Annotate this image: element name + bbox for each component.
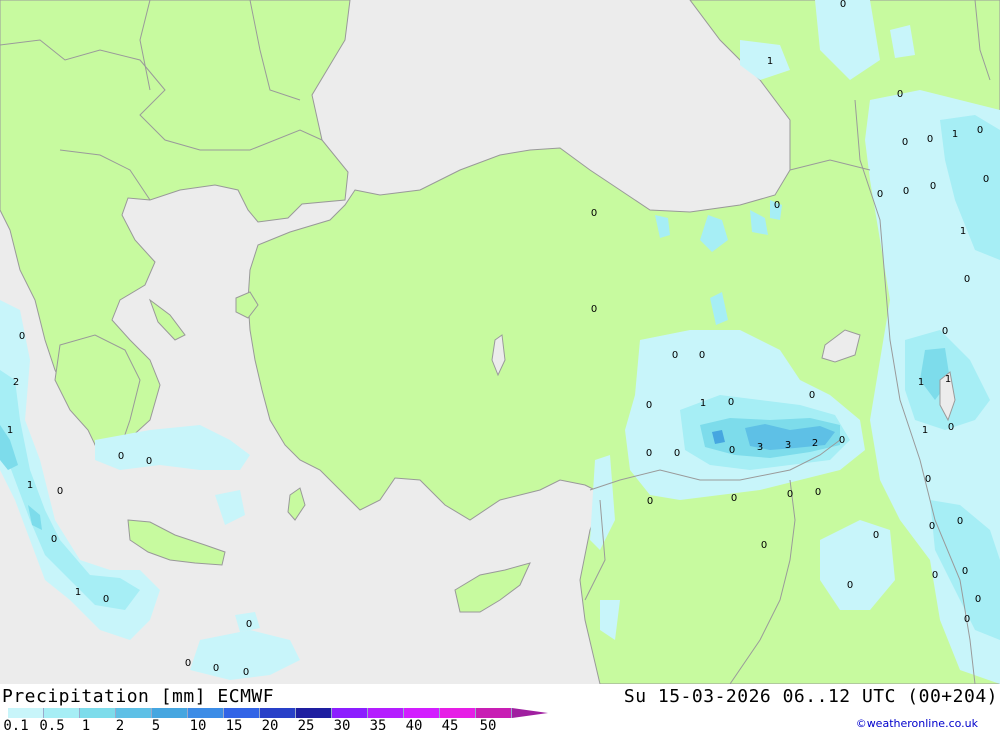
legend-tick: 25 [297,718,315,734]
precip-value-label: 1 [951,129,959,140]
precip-value-label: 0 [808,390,816,401]
precip-value-label: 0 [896,89,904,100]
precip-value-label: 0 [814,487,822,498]
precip-value-label: 3 [784,440,792,451]
legend-swatch [260,708,296,718]
precip-value-label: 0 [928,521,936,532]
footer-bar: Precipitation [mm] ECMWF Su 15-03-2026 0… [0,684,1000,733]
precip-value-label: 0 [931,570,939,581]
precip-value-label: 0 [18,331,26,342]
legend-swatch [116,708,152,718]
precip-value-label: 0 [901,137,909,148]
legend-swatch [80,708,116,718]
precip-value-label: 0 [728,445,736,456]
precip-value-label: 0 [838,435,846,446]
color-legend-ticks: 0.1 0.5 1 2 5 10 15 20 25 30 35 40 45 50 [0,719,560,733]
precip-value-label: 1 [26,480,34,491]
precip-value-label: 0 [773,200,781,211]
precip-value-label: 0 [760,540,768,551]
precip-value-label: 0 [924,474,932,485]
legend-swatch [8,708,44,718]
precip-value-label: 0 [846,580,854,591]
precip-value-label: 0 [902,186,910,197]
precip-value-label: 1 [921,425,929,436]
precip-value-label: 2 [811,438,819,449]
precip-value-label: 0 [926,134,934,145]
valid-time: Su 15-03-2026 06..12 UTC (00+204) [623,686,998,707]
precip-value-label: 0 [730,493,738,504]
precip-value-label: 0 [974,594,982,605]
legend-tick: 45 [441,718,459,734]
legend-arrow [512,708,548,718]
legend-swatch [152,708,188,718]
precip-value-label: 0 [145,456,153,467]
precip-value-label: 0 [929,181,937,192]
precip-value-label: 0 [645,400,653,411]
color-legend [8,708,548,718]
precipitation-map: 0 1 0 0 1 0 0 0 0 0 0 0 0 1 0 0 0 0 0 0 2 1 1 0 0 0 1 1 1 0 0 0 0 0 0 0 1 0 0 0… [0,0,1000,684]
precip-value-label: 0 [961,566,969,577]
legend-tick: 0.5 [39,718,65,734]
legend-tick: 20 [261,718,279,734]
precip-value-label: 0 [839,0,847,10]
credit-link[interactable]: ©weatheronline.co.uk [856,717,978,730]
precip-value-label: 0 [671,350,679,361]
legend-tick: 15 [225,718,243,734]
precip-value-label: 0 [56,486,64,497]
precip-value-label: 0 [947,422,955,433]
precip-value-label: 1 [917,377,925,388]
legend-swatch [440,708,476,718]
precip-value-label: 1 [699,398,707,409]
precip-value-label: 1 [766,56,774,67]
precip-value-label: 0 [976,125,984,136]
legend-tick: 35 [369,718,387,734]
legend-tick: 2 [115,718,125,734]
legend-swatch [332,708,368,718]
precip-value-label: 0 [245,619,253,630]
precip-value-label: 0 [872,530,880,541]
legend-tick: 5 [151,718,161,734]
precip-value-label: 0 [876,189,884,200]
precip-value-label: 0 [727,397,735,408]
precip-value-label: 0 [673,448,681,459]
precip-value-label: 1 [959,226,967,237]
precip-value-label: 0 [982,174,990,185]
precip-value-label: 1 [944,374,952,385]
legend-tick: 0.1 [3,718,29,734]
legend-tick: 10 [189,718,207,734]
legend-swatch [296,708,332,718]
precip-value-label: 0 [184,658,192,669]
precip-value-label: 1 [6,425,14,436]
precip-value-label: 0 [212,663,220,674]
precip-value-label: 0 [102,594,110,605]
precip-value-label: 0 [645,448,653,459]
legend-swatch [368,708,404,718]
precip-value-label: 3 [756,442,764,453]
legend-tick: 40 [405,718,423,734]
precip-value-label: 1 [74,587,82,598]
precip-value-label: 0 [956,516,964,527]
precip-value-label: 0 [50,534,58,545]
precip-value-label: 0 [117,451,125,462]
legend-swatch [404,708,440,718]
precip-value-label: 0 [646,496,654,507]
precip-value-label: 0 [590,208,598,219]
legend-tick: 1 [81,718,91,734]
legend-swatch [188,708,224,718]
legend-swatch [476,708,512,718]
precip-value-label: 0 [242,667,250,678]
precip-value-label: 0 [963,274,971,285]
legend-swatch [224,708,260,718]
map-title: Precipitation [mm] ECMWF [2,686,275,707]
precip-value-label: 2 [12,377,20,388]
precip-value-label: 0 [590,304,598,315]
precip-label-layer: 0 1 0 0 1 0 0 0 0 0 0 0 0 1 0 0 0 0 0 0 2 1 1 0 0 0 1 1 1 0 0 0 0 0 0 0 1 0 0 0… [0,0,1000,684]
precip-value-label: 0 [941,326,949,337]
precip-value-label: 0 [963,614,971,625]
legend-tick: 30 [333,718,351,734]
legend-tick: 50 [479,718,497,734]
precip-value-label: 0 [786,489,794,500]
legend-swatch [44,708,80,718]
precip-value-label: 0 [698,350,706,361]
